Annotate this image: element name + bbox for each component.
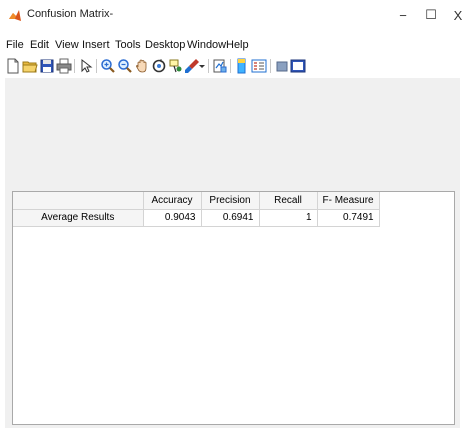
link-plot-icon[interactable] (212, 58, 228, 74)
pointer-icon[interactable] (78, 58, 94, 74)
toolbar-separator (270, 59, 271, 73)
toolbar-separator (208, 59, 209, 73)
menu-view[interactable]: View (55, 39, 79, 51)
cell-precision[interactable]: 0.6941 (201, 209, 260, 227)
brush-dropdown-icon[interactable] (198, 58, 206, 74)
data-cursor-icon[interactable] (168, 58, 184, 74)
results-table[interactable]: Accuracy Precision Recall F- Measure Ave… (12, 191, 455, 425)
minimize-button[interactable]: − (390, 3, 416, 27)
menu-file[interactable]: File (6, 39, 24, 51)
table-row: Average Results 0.9043 0.6941 1 0.7491 (13, 209, 380, 227)
cell-f-measure[interactable]: 0.7491 (317, 209, 380, 227)
rotate-3d-icon[interactable] (151, 58, 167, 74)
zoom-out-icon[interactable] (117, 58, 133, 74)
menu-window[interactable]: Window (187, 39, 226, 51)
toolbar-separator (96, 59, 97, 73)
menu-desktop[interactable]: Desktop (145, 39, 185, 51)
hide-plot-tools-icon[interactable] (274, 58, 290, 74)
toolbar-separator (230, 59, 231, 73)
window-title: Confusion Matrix- (27, 8, 114, 20)
pan-hand-icon[interactable] (134, 58, 150, 74)
menu-edit[interactable]: Edit (30, 39, 49, 51)
save-icon[interactable] (39, 58, 55, 74)
table-corner-cell (13, 192, 144, 210)
menu-tools[interactable]: Tools (115, 39, 141, 51)
matlab-icon (9, 10, 21, 21)
column-header-accuracy[interactable]: Accuracy (143, 192, 202, 210)
maximize-button[interactable]: ☐ (418, 3, 444, 27)
menu-help[interactable]: Help (226, 39, 249, 51)
row-header-average-results[interactable]: Average Results (13, 209, 144, 227)
zoom-in-icon[interactable] (100, 58, 116, 74)
table-header-row: Accuracy Precision Recall F- Measure (13, 192, 380, 210)
close-button[interactable]: X (445, 3, 465, 27)
insert-legend-icon[interactable] (251, 58, 267, 74)
column-header-precision[interactable]: Precision (201, 192, 260, 210)
open-file-icon[interactable] (22, 58, 38, 74)
cell-recall[interactable]: 1 (259, 209, 318, 227)
column-header-recall[interactable]: Recall (259, 192, 318, 210)
figure-toolbar (0, 56, 465, 76)
column-header-f-measure[interactable]: F- Measure (317, 192, 380, 210)
insert-colorbar-icon[interactable] (234, 58, 250, 74)
menu-bar: File Edit View Insert Tools Desktop Wind… (0, 36, 465, 54)
title-bar: Confusion Matrix- − ☐ X (0, 0, 465, 34)
toolbar-separator (74, 59, 75, 73)
cell-accuracy[interactable]: 0.9043 (143, 209, 202, 227)
results-grid: Accuracy Precision Recall F- Measure Ave… (13, 192, 380, 227)
new-figure-icon[interactable] (5, 58, 21, 74)
print-icon[interactable] (56, 58, 72, 74)
menu-insert[interactable]: Insert (82, 39, 110, 51)
show-plot-tools-icon[interactable] (290, 58, 306, 74)
